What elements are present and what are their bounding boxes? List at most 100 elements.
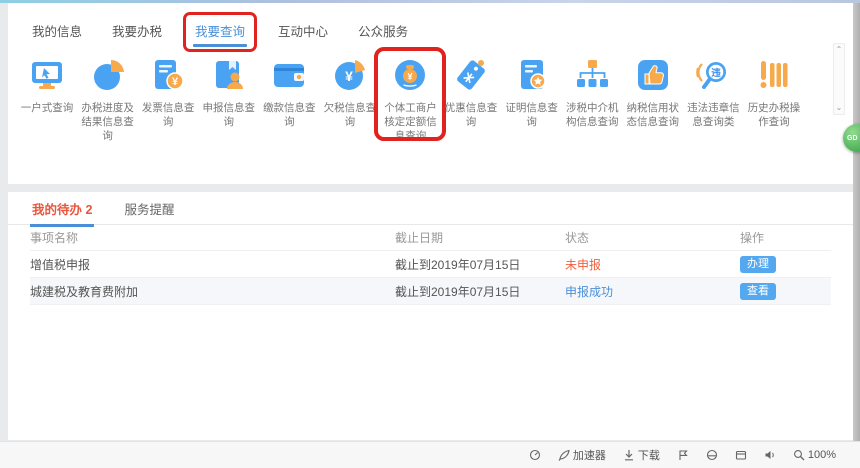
query-item-history-operations[interactable]: 历史办税操作查询 <box>745 55 803 143</box>
nav-tab-query[interactable]: 我要查询 <box>195 25 245 39</box>
icon-label: 申报信息查询 <box>200 101 258 129</box>
icon-label: 纳税信用状态信息查询 <box>624 101 682 129</box>
nav-tab-public-service[interactable]: 公众服务 <box>358 21 408 40</box>
query-item-discount-info[interactable]: 优惠信息查询 <box>442 55 500 143</box>
scroll-down-icon[interactable]: ⌄ <box>834 104 844 112</box>
zoom-level-label: 100% <box>808 449 836 461</box>
main-nav: 我的信息 我要办税 我要查询 互动中心 公众服务 <box>8 3 853 43</box>
browser-icon <box>706 449 718 461</box>
yen-circle-icon: ¥ <box>321 55 379 95</box>
query-item-declaration-info[interactable]: 申报信息查询 <box>200 55 258 143</box>
query-item-one-stop[interactable]: 一户式查询 <box>18 55 76 143</box>
col-header-action: 操作 <box>740 229 831 246</box>
flag-icon <box>677 449 689 461</box>
todo-count-badge: 2 <box>86 203 93 217</box>
sound-control[interactable] <box>764 449 776 461</box>
view-button[interactable]: 查看 <box>740 283 776 300</box>
query-item-payment-info[interactable]: 缴款信息查询 <box>260 55 318 143</box>
download-control[interactable]: 下载 <box>623 447 660 463</box>
query-item-tax-owed[interactable]: ¥ 欠税信息查询 <box>321 55 379 143</box>
quota-moneybag-icon: ¥ <box>381 55 439 95</box>
float-ball-label: GD <box>847 135 858 142</box>
icon-label: 优惠信息查询 <box>442 101 500 129</box>
tab-my-todo[interactable]: 我的待办 2 <box>32 199 92 218</box>
performance-icon <box>529 449 541 461</box>
certificate-icon <box>503 55 561 95</box>
top-gradient-strip <box>0 0 860 3</box>
declaration-book-icon <box>200 55 258 95</box>
table-row: 城建税及教育费附加 截止到2019年07月15日 申报成功 查看 <box>30 278 831 305</box>
zoom-control[interactable]: 100% <box>793 449 836 461</box>
performance-indicator[interactable] <box>529 449 541 461</box>
table-row: 增值税申报 截止到2019年07月15日 未申报 办理 <box>30 251 831 278</box>
browser-status-bar: 加速器 下载 <box>0 441 860 468</box>
icon-panel-scrollbar[interactable]: ⌃ ⌄ <box>833 43 845 115</box>
col-header-status: 状态 <box>565 229 740 246</box>
query-item-certificate-info[interactable]: 证明信息查询 <box>503 55 561 143</box>
query-panel: 我的信息 我要办税 我要查询 互动中心 公众服务 一户式查询 <box>8 3 853 184</box>
active-tab-underline <box>193 44 247 47</box>
todo-tab-underline <box>30 224 94 227</box>
icon-label: 涉税中介机构信息查询 <box>563 101 621 129</box>
icon-label: 发票信息查询 <box>139 101 197 129</box>
query-item-violation-info[interactable]: 违 违法违章信息查询类 <box>684 55 742 143</box>
handle-button[interactable]: 办理 <box>740 256 776 273</box>
icon-label: 缴款信息查询 <box>260 101 318 129</box>
icon-label: 历史办税操作查询 <box>745 101 803 129</box>
speaker-icon <box>764 449 776 461</box>
icon-label: 一户式查询 <box>18 101 76 115</box>
icon-label: 个体工商户核定定额信息查询 <box>381 101 439 143</box>
query-item-invoice-info[interactable]: ¥ 发票信息查询 <box>139 55 197 143</box>
zoom-icon <box>793 449 805 461</box>
window-icon <box>735 449 747 461</box>
history-bars-icon <box>745 55 803 95</box>
window-control[interactable] <box>735 449 747 461</box>
icon-label: 办税进度及结果信息查询 <box>79 101 137 143</box>
svg-text:¥: ¥ <box>172 76 179 88</box>
download-icon <box>623 449 635 461</box>
feedback-control[interactable] <box>677 449 689 461</box>
item-name: 城建税及教育费附加 <box>30 283 395 300</box>
org-chart-icon <box>563 55 621 95</box>
monitor-icon <box>18 55 76 95</box>
svg-text:¥: ¥ <box>345 68 353 84</box>
red-highlight-box-nav: 我要查询 <box>183 12 257 52</box>
todo-tabs: 我的待办 2 服务提醒 <box>8 192 853 225</box>
item-deadline: 截止到2019年07月15日 <box>395 283 565 300</box>
query-icon-grid: 一户式查询 办税进度及结果信息查询 ¥ 发票信息查询 <box>18 55 803 143</box>
table-header-row: 事项名称 截止日期 状态 操作 <box>30 225 831 251</box>
violation-search-icon: 违 <box>684 55 742 95</box>
accelerator-control[interactable]: 加速器 <box>558 447 606 463</box>
scroll-up-icon[interactable]: ⌃ <box>834 46 844 54</box>
download-label: 下载 <box>638 447 660 463</box>
status-badge: 未申报 <box>565 256 740 273</box>
browser-vertical-scrollbar[interactable]: ⌄ <box>853 3 860 452</box>
tax-bureau-page: ⌄ 我的信息 我要办税 我要查询 互动中心 公众服务 一户式 <box>0 0 860 468</box>
col-header-item-name: 事项名称 <box>30 229 395 246</box>
wallet-icon <box>260 55 318 95</box>
icon-label: 证明信息查询 <box>503 101 561 129</box>
accelerator-label: 加速器 <box>573 447 606 463</box>
todo-panel: 我的待办 2 服务提醒 事项名称 截止日期 状态 操作 增值税申报 截止到201… <box>8 192 853 440</box>
accelerator-icon <box>558 449 570 461</box>
invoice-icon: ¥ <box>139 55 197 95</box>
nav-tab-interaction-center[interactable]: 互动中心 <box>278 21 328 40</box>
item-name: 增值税申报 <box>30 256 395 273</box>
nav-tab-my-info[interactable]: 我的信息 <box>32 21 82 40</box>
col-header-deadline: 截止日期 <box>395 229 565 246</box>
pie-chart-icon <box>79 55 137 95</box>
discount-tag-icon <box>442 55 500 95</box>
icon-label: 违法违章信息查询类 <box>684 101 742 129</box>
query-item-credit-status[interactable]: 纳税信用状态信息查询 <box>624 55 682 143</box>
icon-label: 欠税信息查询 <box>321 101 379 129</box>
query-item-tax-progress[interactable]: 办税进度及结果信息查询 <box>79 55 137 143</box>
item-deadline: 截止到2019年07月15日 <box>395 256 565 273</box>
browser-mode-control[interactable] <box>706 449 718 461</box>
tab-service-reminder[interactable]: 服务提醒 <box>124 199 174 218</box>
svg-text:违: 违 <box>712 67 722 79</box>
query-item-individual-quota[interactable]: ¥ 个体工商户核定定额信息查询 <box>381 55 439 143</box>
thumbs-up-icon <box>624 55 682 95</box>
tab-my-todo-label: 我的待办 <box>32 203 82 217</box>
nav-tab-tax-handling[interactable]: 我要办税 <box>112 21 162 40</box>
query-item-intermediary-info[interactable]: 涉税中介机构信息查询 <box>563 55 621 143</box>
